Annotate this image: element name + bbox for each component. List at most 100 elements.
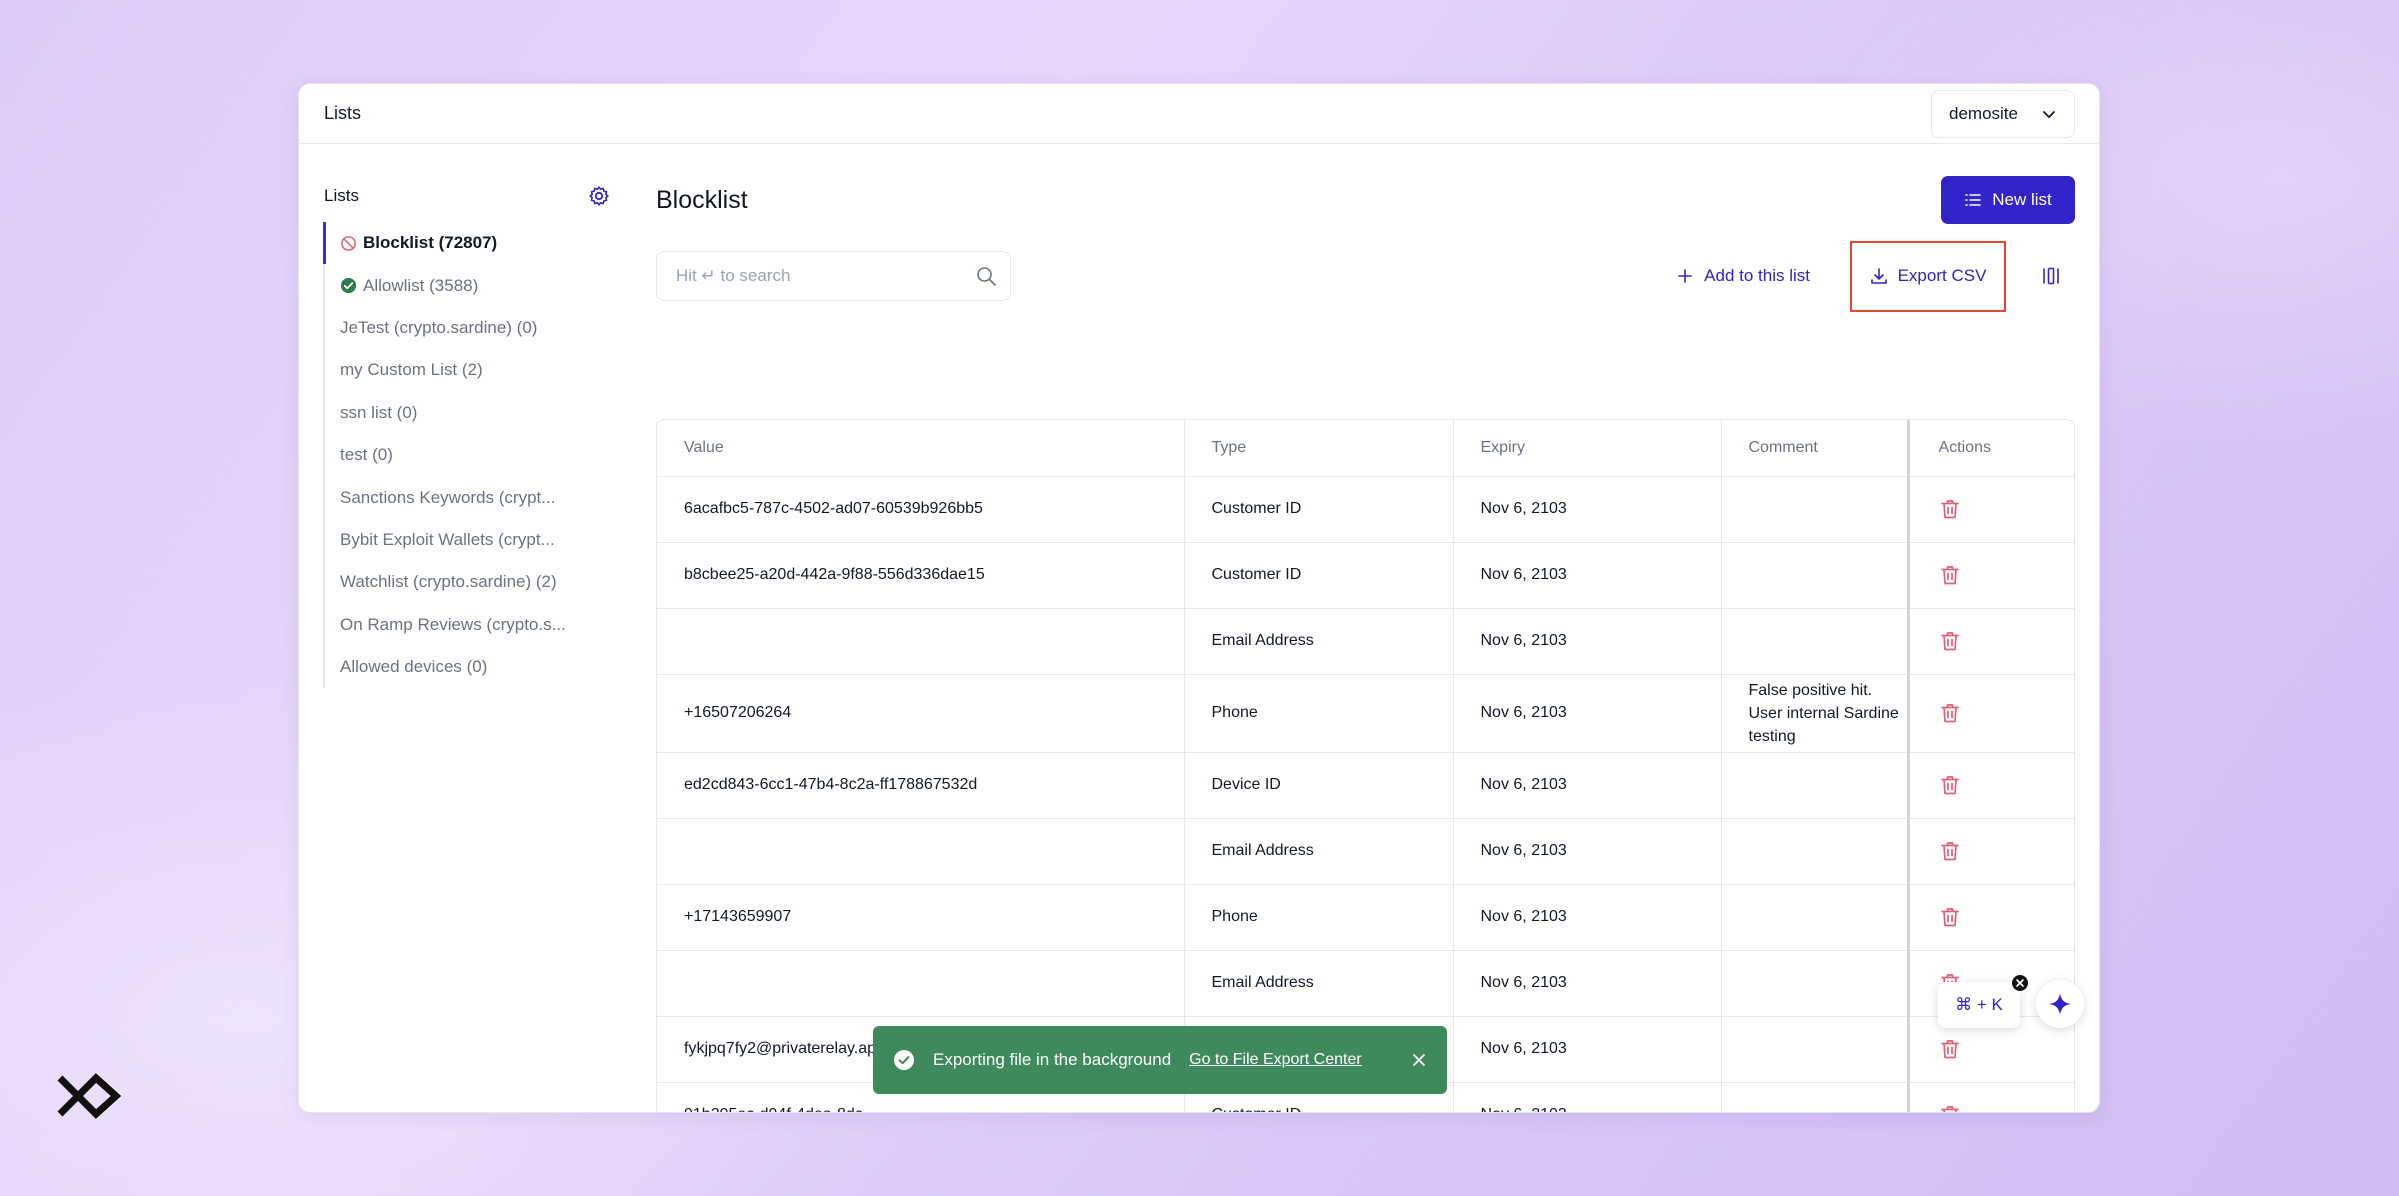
column-header-value[interactable]: Value: [657, 420, 1185, 477]
ai-assistant-button[interactable]: [2036, 980, 2084, 1028]
blocklist-table: Value Type Expiry Comment Actions 6acafb…: [656, 419, 2075, 1113]
sidebar-item-label: Blocklist (72807): [363, 233, 498, 253]
columns-icon[interactable]: [2041, 266, 2061, 286]
cell-actions: [1906, 476, 2074, 543]
sidebar-item-label: On Ramp Reviews (crypto.s...: [340, 614, 566, 634]
cell-comment: [1721, 950, 1909, 1017]
table-row[interactable]: 6acafbc5-787c-4502-ad07-60539b926bb5 Cust…: [657, 476, 2074, 543]
sidebar-item-sanctions-keywords[interactable]: Sanctions Keywords (crypt...: [325, 476, 613, 518]
block-icon: [341, 235, 356, 251]
toast-message: Exporting file in the background: [933, 1050, 1172, 1069]
topbar: Lists demosite: [299, 84, 2099, 144]
cell-expiry: Nov 6, 2103: [1453, 542, 1722, 609]
close-icon: [2016, 979, 2024, 987]
check-circle-icon: [894, 1050, 914, 1070]
cell-expiry: Nov 6, 2103: [1453, 950, 1722, 1017]
sardine-logo-icon: [57, 1073, 122, 1119]
sidebar-item-label: ssn list (0): [340, 402, 418, 422]
trash-icon[interactable]: [1939, 630, 1961, 652]
shortcut-label: ⌘ + K: [1955, 995, 2003, 1014]
main-content: Blocklist New list Hit ↵ to search Add t…: [656, 176, 2075, 1112]
cell-type: Customer ID: [1184, 476, 1454, 543]
site-selector[interactable]: demosite: [1931, 89, 2075, 138]
dismiss-shortcut-button[interactable]: [2010, 973, 2030, 993]
table-row[interactable]: Email Address Nov 6, 2103: [657, 950, 2074, 1017]
search-placeholder: Hit ↵ to search: [676, 266, 791, 285]
add-to-list-button[interactable]: Add to this list: [1676, 251, 1810, 301]
cell-actions: [1906, 884, 2074, 951]
trash-icon[interactable]: [1939, 774, 1961, 796]
sidebar-item-on-ramp-reviews[interactable]: On Ramp Reviews (crypto.s...: [325, 604, 613, 646]
cell-expiry: Nov 6, 2103: [1453, 476, 1722, 543]
cell-actions: [1906, 1082, 2074, 1113]
trash-icon[interactable]: [1939, 1038, 1961, 1060]
file-export-center-link[interactable]: Go to File Export Center: [1189, 1051, 1362, 1069]
cell-type: Device ID: [1184, 752, 1454, 819]
download-icon: [1870, 268, 1887, 284]
chevron-down-icon: [2043, 110, 2055, 118]
cell-type: Phone: [1184, 884, 1454, 951]
cell-type: Phone: [1184, 674, 1454, 753]
sidebar-item-blocklist[interactable]: Blocklist (72807): [323, 222, 613, 265]
trash-icon[interactable]: [1939, 702, 1961, 724]
list-icon: [1965, 194, 1982, 206]
cell-value: ed2cd843-6cc1-47b4-8c2a-ff178867532d: [657, 752, 1185, 819]
cell-actions: [1906, 818, 2074, 885]
cell-expiry: Nov 6, 2103: [1453, 608, 1722, 675]
table-row[interactable]: ed2cd843-6cc1-47b4-8c2a-ff178867532d Devi…: [657, 752, 2074, 819]
table-row[interactable]: Email Address Nov 6, 2103: [657, 608, 2074, 675]
trash-icon[interactable]: [1939, 1104, 1961, 1113]
cell-type: Email Address: [1184, 608, 1454, 675]
table-row[interactable]: +17143659907 Phone Nov 6, 2103: [657, 884, 2074, 951]
lists-nav: Blocklist (72807) Allowlist (3588) JeTes…: [323, 222, 613, 689]
sidebar-item-ssn-list[interactable]: ssn list (0): [325, 392, 613, 434]
command-palette-shortcut[interactable]: ⌘ + K: [1938, 982, 2020, 1028]
cell-expiry: Nov 6, 2103: [1453, 1016, 1722, 1083]
sidebar-item-bybit-exploit-wallets[interactable]: Bybit Exploit Wallets (crypt...: [325, 519, 613, 561]
cell-comment: [1721, 476, 1909, 543]
sidebar-item-test[interactable]: test (0): [325, 434, 613, 476]
sidebar-item-label: Allowlist (3588): [363, 275, 479, 295]
add-to-list-label: Add to this list: [1704, 266, 1810, 285]
cell-comment: False positive hit. User internal Sardin…: [1721, 674, 1909, 753]
trash-icon[interactable]: [1939, 906, 1961, 928]
search-input[interactable]: Hit ↵ to search: [656, 251, 1011, 301]
cell-expiry: Nov 6, 2103: [1453, 674, 1722, 753]
sidebar: Lists Blocklist (72807) Allowlist (3588)…: [323, 176, 613, 689]
check-circle-icon: [340, 278, 357, 294]
search-icon: [977, 267, 996, 286]
gear-icon[interactable]: [587, 184, 611, 208]
column-header-type[interactable]: Type: [1184, 420, 1454, 477]
trash-icon[interactable]: [1939, 498, 1961, 520]
sidebar-item-allowed-devices[interactable]: Allowed devices (0): [325, 646, 613, 688]
cell-value: +17143659907: [657, 884, 1185, 951]
export-csv-button[interactable]: Export CSV: [1850, 240, 2006, 312]
cell-comment: [1721, 1016, 1909, 1083]
sidebar-item-jetest[interactable]: JeTest (crypto.sardine) (0): [325, 307, 613, 349]
cell-actions: [1906, 752, 2074, 819]
sidebar-item-watchlist[interactable]: Watchlist (crypto.sardine) (2): [325, 561, 613, 603]
table-row[interactable]: b8cbee25-a20d-442a-9f88-556d336dae15 Cust…: [657, 542, 2074, 609]
column-header-actions: Actions: [1906, 420, 2074, 477]
export-csv-label: Export CSV: [1897, 266, 1987, 285]
sidebar-item-allowlist[interactable]: Allowlist (3588): [325, 264, 613, 306]
trash-icon[interactable]: [1939, 564, 1961, 586]
trash-icon[interactable]: [1939, 840, 1961, 862]
sidebar-item-label: my Custom List (2): [340, 360, 483, 380]
sidebar-item-my-custom-list[interactable]: my Custom List (2): [325, 349, 613, 391]
table-row[interactable]: +16507206264 Phone Nov 6, 2103 False positi…: [657, 674, 2074, 753]
plus-icon: [1678, 269, 1692, 283]
sidebar-item-label: Bybit Exploit Wallets (crypt...: [340, 529, 555, 549]
cell-type: Email Address: [1184, 818, 1454, 885]
cell-comment: [1721, 608, 1909, 675]
cell-expiry: Nov 6, 2103: [1453, 818, 1722, 885]
cell-value: 6acafbc5-787c-4502-ad07-60539b926bb5: [657, 476, 1185, 543]
sidebar-item-label: Sanctions Keywords (crypt...: [340, 487, 556, 507]
table-row[interactable]: Email Address Nov 6, 2103: [657, 818, 2074, 885]
new-list-button[interactable]: New list: [1941, 176, 2075, 224]
breadcrumb: Lists: [324, 103, 362, 123]
close-icon[interactable]: [1411, 1052, 1427, 1068]
cell-actions: [1906, 674, 2074, 753]
column-header-expiry[interactable]: Expiry: [1453, 420, 1722, 477]
column-header-comment[interactable]: Comment: [1721, 420, 1909, 477]
